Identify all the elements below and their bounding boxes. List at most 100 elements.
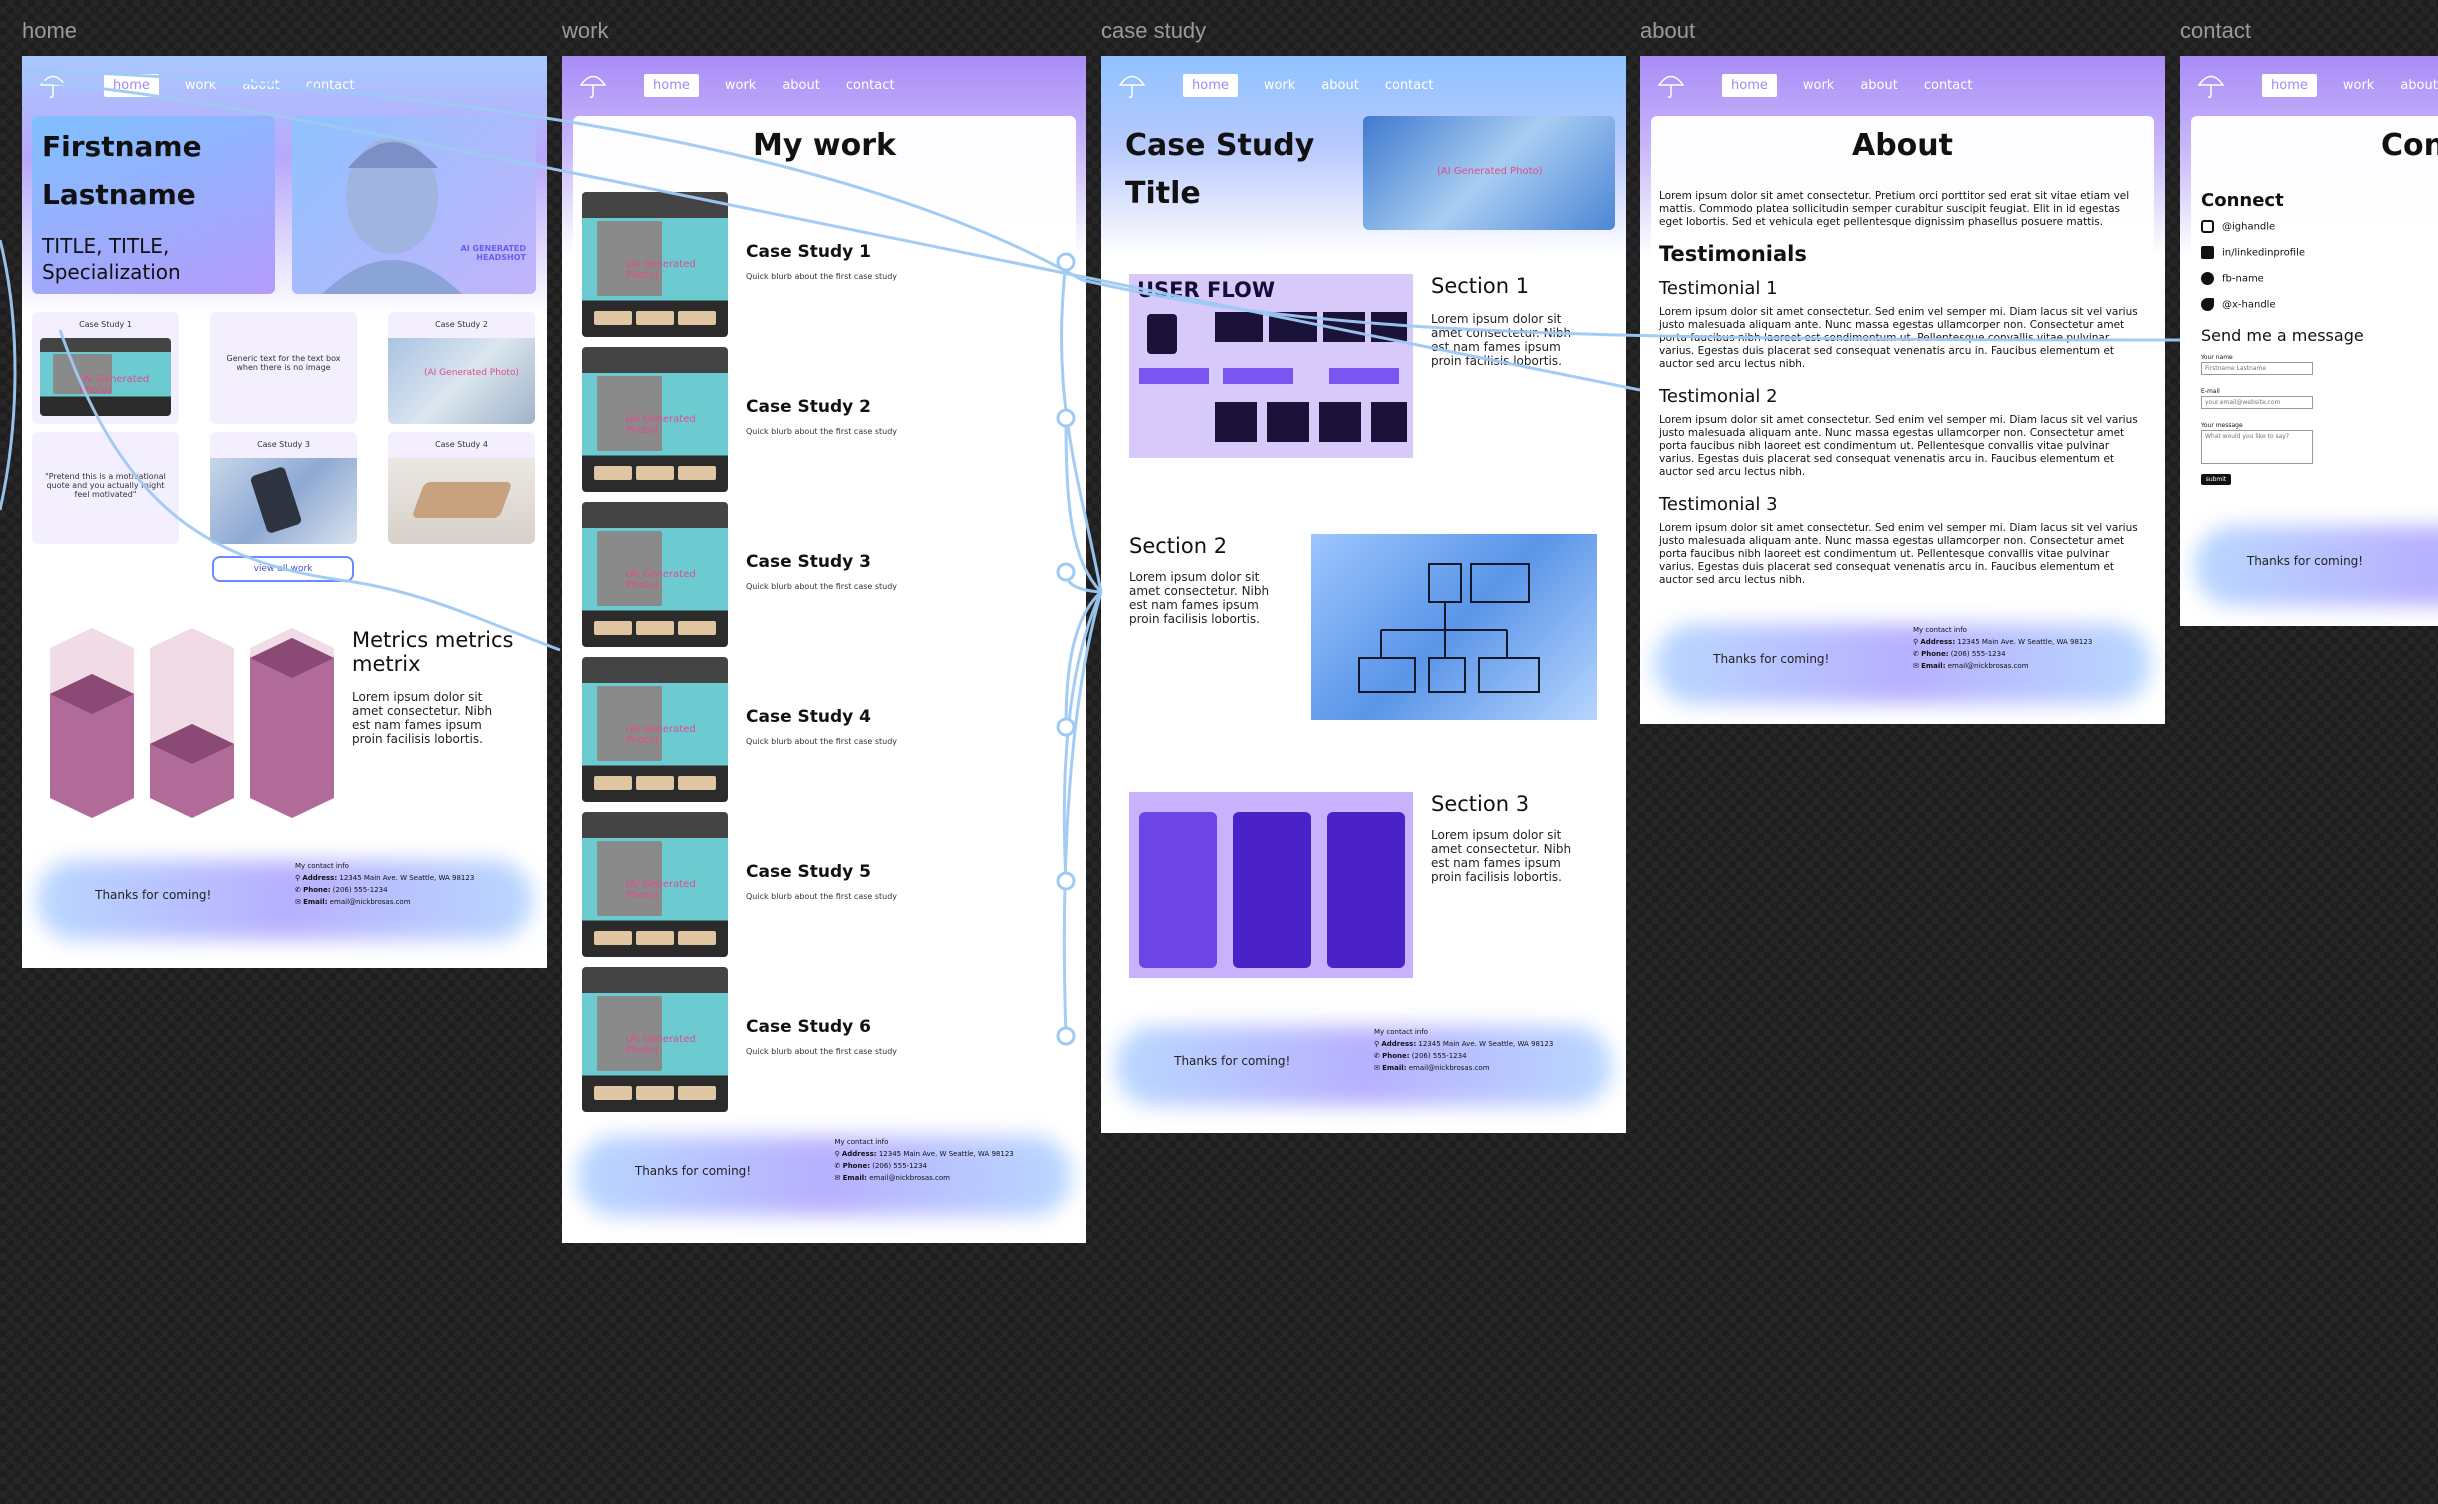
ai-photo-label: (AI Generated Photo) (625, 878, 696, 901)
case-study-thumbnail[interactable]: (AI Generated Photo) (582, 657, 728, 802)
case-card-2[interactable]: Case Study 2 (AI Generated Photo) (388, 312, 535, 424)
frame-label-about: about (1640, 18, 1696, 43)
phone-icon: ✆ (295, 886, 304, 894)
footer: Thanks for coming! (2180, 516, 2438, 626)
name-label: Your name (2201, 354, 2233, 361)
footer: Thanks for coming! My contact info ⚲ Add… (1101, 1016, 1626, 1126)
case-card-3[interactable]: Case Study 3 (210, 432, 357, 544)
nav-home[interactable]: home (644, 73, 699, 97)
nav-home[interactable]: home (104, 73, 159, 97)
nav-about[interactable]: about (242, 78, 280, 93)
email-label: E-mail (2201, 388, 2220, 395)
message-textarea[interactable] (2201, 430, 2313, 464)
frame-label-work: work (562, 18, 609, 43)
footer-thanks: Thanks for coming! (1174, 1054, 1291, 1068)
nav-contact[interactable]: contact (1385, 78, 1434, 93)
ai-photo-label: (AI Generated Photo) (625, 1033, 696, 1056)
nav-contact[interactable]: contact (306, 78, 355, 93)
footer-thanks: Thanks for coming! (95, 888, 212, 902)
footer-contact-info: My contact info ⚲ Address: 12345 Main Av… (1374, 1028, 1554, 1072)
umbrella-logo-icon[interactable] (1117, 70, 1147, 100)
ai-photo-label: (AI Generated Photo) (424, 368, 519, 378)
email-input[interactable] (2201, 396, 2313, 409)
section-2-body: Lorem ipsum dolor sit amet consectetur. … (1129, 570, 1270, 626)
linkedin-link[interactable]: in/linkedinprofile (2201, 246, 2305, 259)
nav-about[interactable]: about (2400, 78, 2438, 93)
case-study-title[interactable]: Case Study 6 (746, 1017, 871, 1037)
ai-photo-label: (AI Generated Photo) (625, 723, 696, 746)
case-study-blurb: Quick blurb about the first case study (746, 582, 898, 591)
nav-work[interactable]: work (725, 78, 756, 93)
x-link[interactable]: @x-handle (2201, 298, 2276, 311)
frame-label-case-study: case study (1101, 18, 1207, 43)
nav-about[interactable]: about (1321, 78, 1359, 93)
footer-heading: My contact info (295, 862, 349, 870)
nav-work[interactable]: work (1803, 78, 1834, 93)
case-study-thumbnail[interactable]: (AI Generated Photo) (582, 192, 728, 337)
case-study-title[interactable]: Case Study 3 (746, 552, 871, 572)
metric-bar (50, 628, 134, 828)
view-all-work-button[interactable]: view all work (212, 556, 354, 582)
case-card-3-title: Case Study 3 (257, 440, 310, 449)
nav-work[interactable]: work (1264, 78, 1295, 93)
umbrella-logo-icon[interactable] (578, 70, 608, 100)
footer-contact-info: My contact info ⚲ Address: 12345 Main Av… (1913, 626, 2093, 670)
testimonial-2-body: Lorem ipsum dolor sit amet consectetur. … (1659, 414, 2138, 478)
instagram-icon (2201, 220, 2214, 233)
section-3-body: Lorem ipsum dolor sit amet consectetur. … (1431, 828, 1572, 884)
quote-text: "Pretend this is a motivational quote an… (45, 472, 166, 499)
case-title-line2: Title (1125, 176, 1201, 211)
frame-home[interactable]: home work about contact Firstname Lastna… (22, 56, 547, 968)
case-study-thumbnail[interactable]: (AI Generated Photo) (582, 967, 728, 1112)
phone-icon: ✆ (1913, 650, 1922, 658)
nav-about[interactable]: about (1860, 78, 1898, 93)
frame-contact[interactable]: home work about Con Connect @ighandle in… (2180, 56, 2438, 626)
case-card-1[interactable]: Case Study 1 (AI Generated Photo) (32, 312, 179, 424)
frame-label-home: home (22, 18, 78, 43)
case-study-title[interactable]: Case Study 1 (746, 242, 871, 262)
umbrella-logo-icon[interactable] (38, 70, 68, 100)
instagram-link[interactable]: @ighandle (2201, 220, 2275, 233)
metrics-body: Lorem ipsum dolor sit amet consectetur. … (352, 690, 493, 746)
case-card-1-title: Case Study 1 (79, 320, 132, 329)
case-card-4[interactable]: Case Study 4 (388, 432, 535, 544)
facebook-link[interactable]: fb-name (2201, 272, 2264, 285)
nav-bar: home work about contact (562, 56, 1086, 114)
nav-contact[interactable]: contact (1924, 78, 1973, 93)
case-study-blurb: Quick blurb about the first case study (746, 427, 898, 436)
frame-case-study[interactable]: home work about contact Case Study Title… (1101, 56, 1626, 1133)
case-study-blurb: Quick blurb about the first case study (746, 272, 898, 281)
footer: Thanks for coming! My contact info ⚲ Add… (562, 1126, 1086, 1236)
contact-title: Con (2381, 128, 2438, 163)
frame-about[interactable]: home work about contact About Lorem ipsu… (1640, 56, 2165, 724)
umbrella-logo-icon[interactable] (1656, 70, 1686, 100)
user-flow-title: USER FLOW (1137, 278, 1275, 302)
case-study-title[interactable]: Case Study 4 (746, 707, 871, 727)
about-intro: Lorem ipsum dolor sit amet consectetur. … (1659, 190, 2130, 228)
testimonial-2-title: Testimonial 2 (1659, 386, 1778, 407)
umbrella-logo-icon[interactable] (2196, 70, 2226, 100)
case-study-title[interactable]: Case Study 5 (746, 862, 871, 882)
nav-home[interactable]: home (1722, 73, 1777, 97)
section-2-image (1311, 534, 1597, 720)
nav-home[interactable]: home (1183, 73, 1238, 97)
testimonial-3-title: Testimonial 3 (1659, 494, 1778, 515)
case-study-thumbnail[interactable]: (AI Generated Photo) (582, 502, 728, 647)
submit-button[interactable]: submit (2201, 474, 2231, 485)
case-title-line1: Case Study (1125, 128, 1315, 163)
nav-home[interactable]: home (2262, 73, 2317, 97)
metrics-title: Metrics metrics metrix (352, 628, 514, 676)
name-input[interactable] (2201, 362, 2313, 375)
nav-contact[interactable]: contact (846, 78, 895, 93)
twitter-bird-icon (2201, 298, 2214, 311)
case-study-title[interactable]: Case Study 2 (746, 397, 871, 417)
testimonial-1-body: Lorem ipsum dolor sit amet consectetur. … (1659, 306, 2138, 370)
case-study-thumbnail[interactable]: (AI Generated Photo) (582, 347, 728, 492)
metric-bar (150, 628, 234, 828)
nav-work[interactable]: work (2343, 78, 2374, 93)
case-study-thumbnail[interactable]: (AI Generated Photo) (582, 812, 728, 957)
mail-icon: ✉ (1913, 662, 1922, 670)
nav-work[interactable]: work (185, 78, 216, 93)
nav-about[interactable]: about (782, 78, 820, 93)
frame-work[interactable]: home work about contact My work Thanks f… (562, 56, 1086, 1243)
